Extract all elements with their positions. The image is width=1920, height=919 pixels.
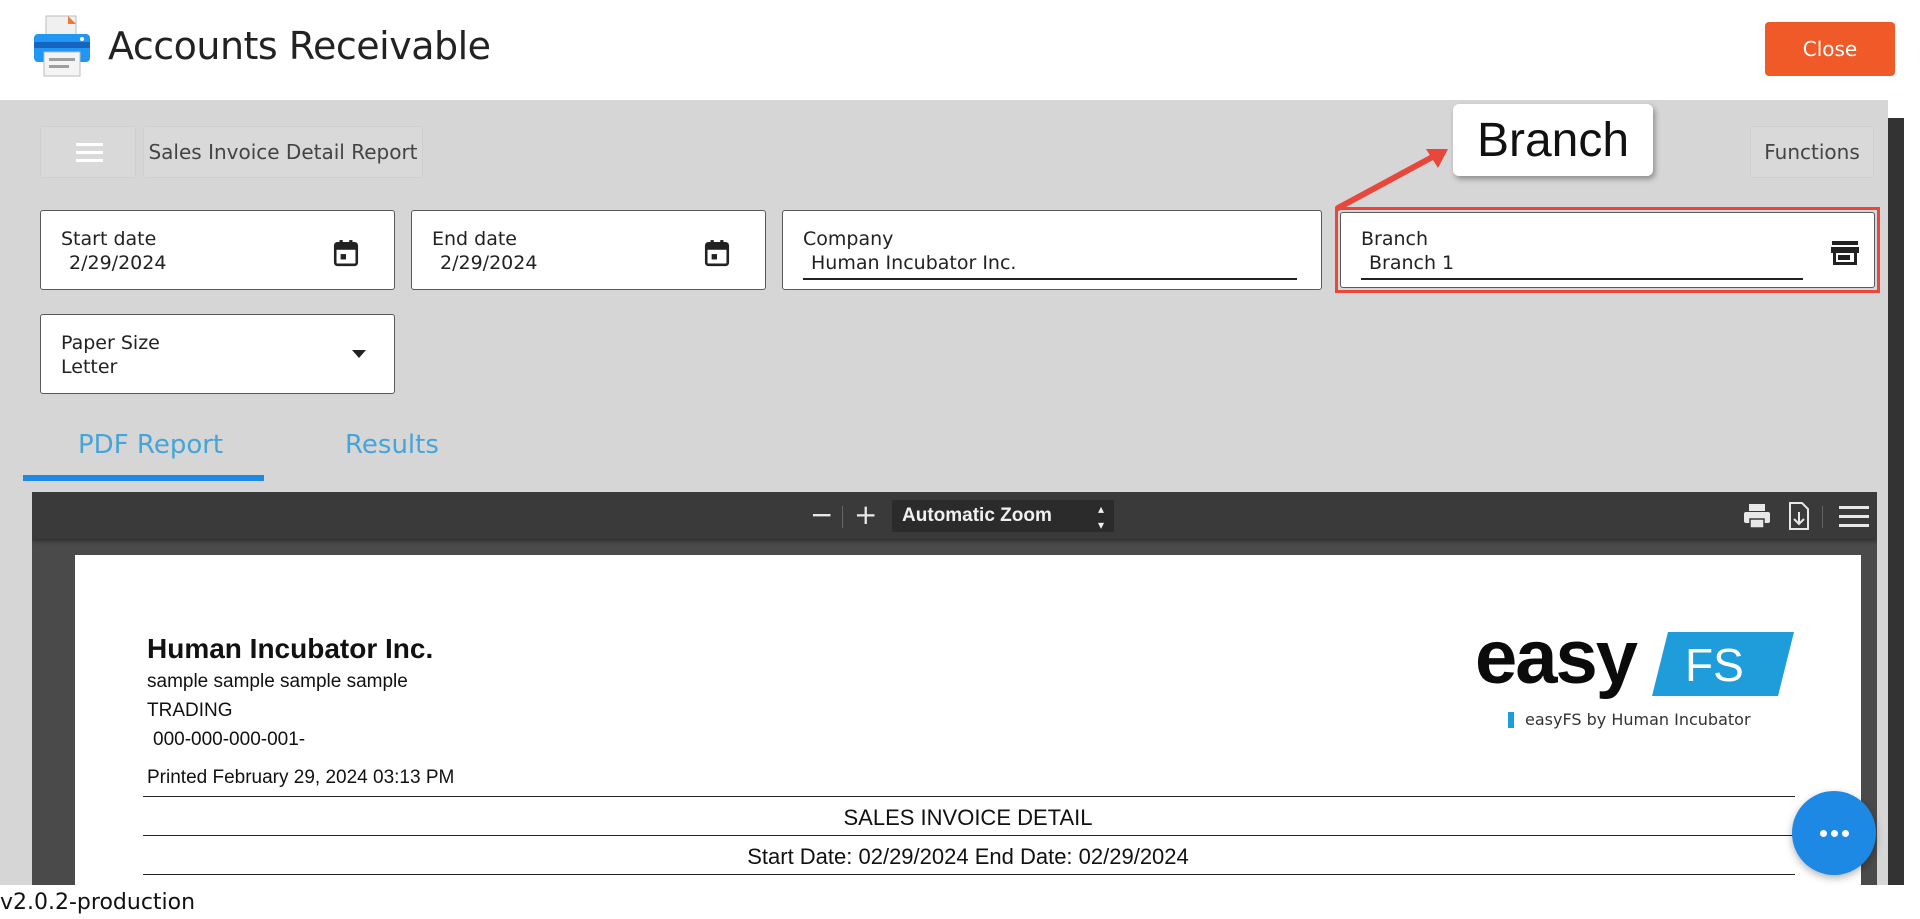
vertical-scrollbar[interactable] — [1888, 118, 1904, 885]
printer-icon — [34, 15, 90, 77]
zoom-select[interactable]: Automatic Zoom ▴ ▾ — [892, 500, 1114, 532]
calendar-icon[interactable] — [704, 239, 730, 267]
divider — [143, 874, 1795, 875]
version-label: v2.0.2-production — [0, 890, 196, 915]
select-arrows-icon: ▴ ▾ — [1097, 502, 1104, 532]
toolbar-separator — [1822, 506, 1823, 528]
print-icon[interactable] — [1742, 502, 1772, 530]
report-title-button[interactable]: Sales Invoice Detail Report — [143, 126, 423, 178]
report-business-type: TRADING — [147, 700, 233, 721]
callout-arrow-icon — [1335, 149, 1448, 211]
paper-size-value: Letter — [61, 356, 118, 378]
app-header: Accounts Receivable Close — [0, 0, 1920, 100]
pdf-page: Human Incubator Inc. sample sample sampl… — [75, 555, 1861, 885]
logo-badge: FS — [1685, 639, 1744, 691]
active-tab-indicator — [23, 475, 264, 481]
company-underline — [803, 278, 1297, 280]
logo-word: easy — [1475, 615, 1638, 700]
branch-highlight-box — [1335, 207, 1880, 293]
start-date-field[interactable]: Start date 2/29/2024 — [40, 210, 395, 290]
report-printed-date: Printed February 29, 2024 03:13 PM — [147, 767, 455, 788]
menu-button[interactable] — [40, 126, 136, 178]
tab-results[interactable]: Results — [345, 430, 439, 460]
zoom-select-value: Automatic Zoom — [902, 505, 1052, 526]
report-address: sample sample sample sample — [147, 671, 408, 692]
functions-button[interactable]: Functions — [1750, 126, 1874, 178]
pdf-viewer-toolbar: − + Automatic Zoom ▴ ▾ — [32, 492, 1877, 539]
zoom-out-button[interactable]: − — [810, 500, 833, 530]
hamburger-menu-icon — [76, 143, 103, 146]
zoom-in-button[interactable]: + — [854, 500, 877, 530]
report-title: SALES INVOICE DETAIL — [843, 805, 1093, 830]
divider — [143, 796, 1795, 797]
end-date-label: End date — [432, 228, 517, 250]
toolbar-separator — [842, 506, 843, 528]
tab-pdf-report[interactable]: PDF Report — [78, 430, 223, 460]
pdf-viewer: − + Automatic Zoom ▴ ▾ Human Incubator In… — [32, 492, 1877, 885]
end-date-field[interactable]: End date 2/29/2024 — [411, 210, 766, 290]
dropdown-arrow-icon[interactable] — [351, 349, 367, 359]
paper-size-select[interactable]: Paper Size Letter — [40, 314, 395, 394]
close-button[interactable]: Close — [1765, 22, 1895, 76]
start-date-label: Start date — [61, 228, 157, 250]
company-label: Company — [803, 228, 894, 250]
paper-size-label: Paper Size — [61, 332, 160, 354]
app-title: Accounts Receivable — [108, 24, 491, 68]
download-icon[interactable] — [1787, 501, 1811, 531]
logo-tagline: easyFS by Human Incubator — [1525, 710, 1751, 729]
branch-callout: Branch — [1453, 104, 1653, 176]
calendar-icon[interactable] — [333, 239, 359, 267]
more-dots-icon — [1820, 830, 1827, 837]
divider — [143, 835, 1795, 836]
company-value: Human Incubator Inc. — [811, 252, 1017, 274]
report-date-range: Start Date: 02/29/2024 End Date: 02/29/2… — [747, 844, 1189, 869]
report-company-name: Human Incubator Inc. — [147, 633, 434, 664]
report-tin: 000-000-000-001- — [153, 729, 306, 750]
company-field[interactable]: Company Human Incubator Inc. — [782, 210, 1322, 290]
end-date-value: 2/29/2024 — [440, 252, 538, 274]
tools-menu-icon[interactable] — [1838, 504, 1870, 528]
more-options-fab[interactable] — [1792, 791, 1876, 875]
start-date-value: 2/29/2024 — [69, 252, 167, 274]
logo-tag-mark — [1508, 712, 1514, 728]
easyfs-logo: easy FS easyFS by Human Incubator — [1475, 615, 1795, 730]
